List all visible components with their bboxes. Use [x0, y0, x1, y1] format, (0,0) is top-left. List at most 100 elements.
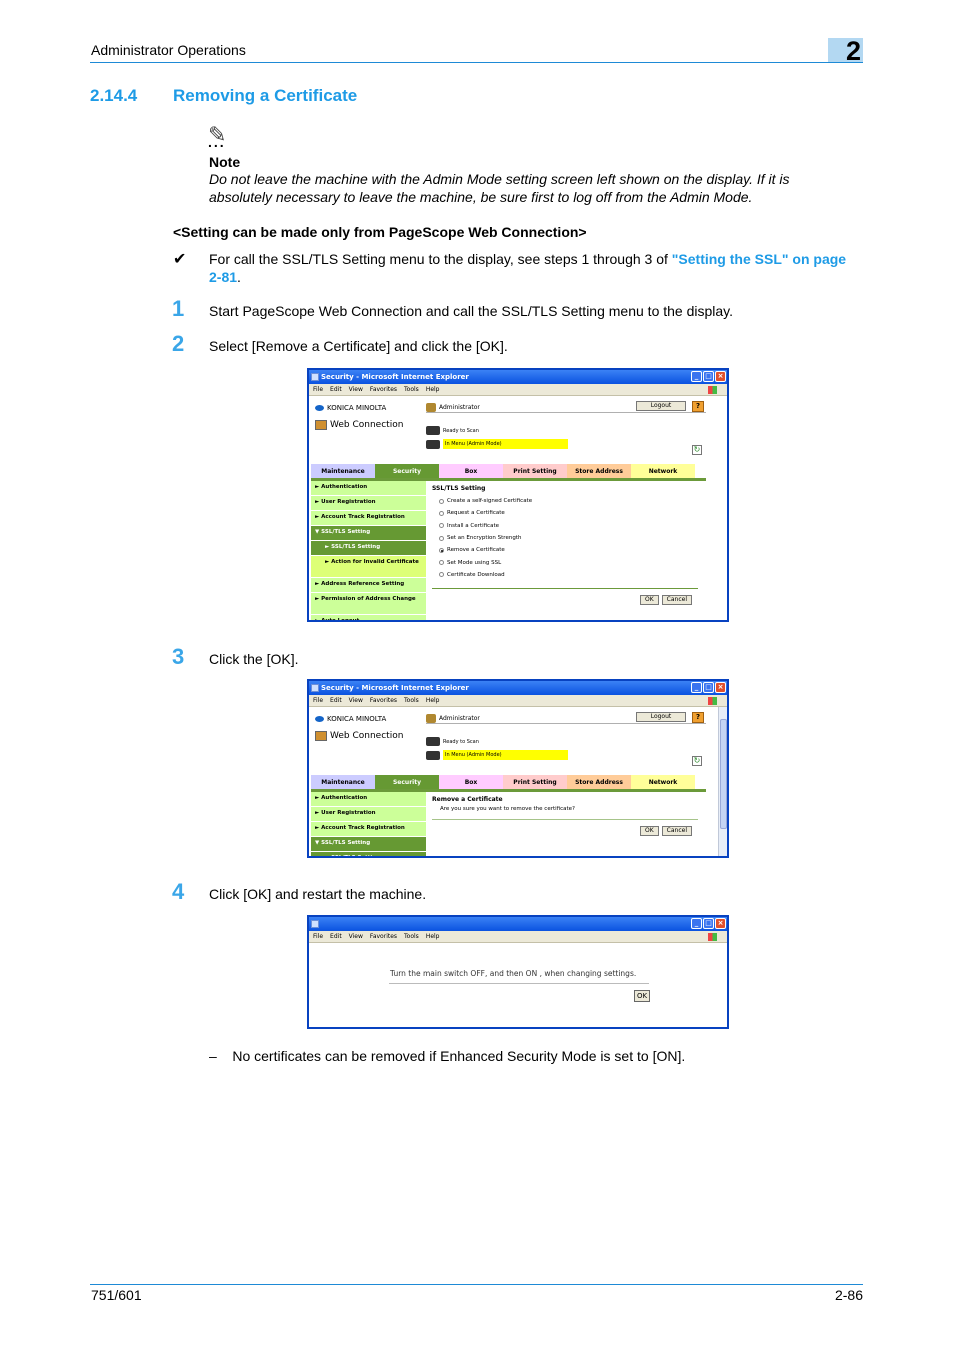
logout-button[interactable]: Logout [636, 712, 686, 722]
sidebar-item-permission-address[interactable]: ► Permission of Address Change [311, 593, 426, 615]
option-encryption-strength[interactable]: Set an Encryption Strength [432, 532, 727, 544]
pagescope-icon [315, 420, 327, 430]
menu-file[interactable]: File [313, 933, 323, 940]
sidebar-subitem-ssl-tls[interactable]: ► SSL/TLS Setting [311, 852, 426, 856]
footer-model: 751/601 [91, 1287, 142, 1303]
logout-button[interactable]: Logout [636, 401, 686, 411]
help-icon[interactable]: ? [692, 712, 704, 723]
menu-tools[interactable]: Tools [404, 697, 419, 704]
menu-favorites[interactable]: Favorites [370, 386, 397, 393]
option-mode-using-ssl[interactable]: Set Mode using SSL [432, 556, 727, 568]
sidebar-item-authentication[interactable]: ► Authentication [311, 792, 426, 807]
sidebar-item-ssl-tls[interactable]: ▼ SSL/TLS Setting [311, 526, 426, 541]
konica-minolta-logo: KONICA MINOLTA [315, 715, 386, 723]
tab-maintenance[interactable]: Maintenance [311, 775, 375, 789]
sidebar-item-auto-logout[interactable]: ► Auto Logout [311, 615, 426, 620]
ok-button[interactable]: OK [640, 826, 659, 836]
menu-view[interactable]: View [349, 933, 363, 940]
user-label: Administrator [439, 714, 480, 722]
sidebar-item-user-registration[interactable]: ► User Registration [311, 496, 426, 511]
sidebar-subitem-invalid-cert[interactable]: ► Action for Invalid Certificate [311, 556, 426, 578]
option-certificate-download[interactable]: Certificate Download [432, 569, 727, 581]
admin-user-icon [426, 402, 436, 412]
option-request-certificate[interactable]: Request a Certificate [432, 507, 727, 519]
tab-print-setting[interactable]: Print Setting [503, 775, 567, 789]
menu-file[interactable]: File [313, 386, 323, 393]
menu-bar: File Edit View Favorites Tools Help [309, 384, 727, 396]
sidebar-item-ssl-tls[interactable]: ▼ SSL/TLS Setting [311, 837, 426, 852]
admin-user-icon [426, 713, 436, 723]
tab-bar: Maintenance Security Box Print Setting S… [311, 464, 706, 481]
help-icon[interactable]: ? [692, 401, 704, 412]
step-text: Start PageScope Web Connection and call … [209, 303, 734, 319]
close-button[interactable]: × [715, 371, 726, 382]
tab-box[interactable]: Box [439, 775, 503, 789]
sidebar-item-address-reference[interactable]: ► Address Reference Setting [311, 578, 426, 593]
pagescope-logo: Web Connection [315, 420, 403, 430]
option-remove-certificate[interactable]: Remove a Certificate [432, 544, 727, 556]
menu-file[interactable]: File [313, 697, 323, 704]
tab-maintenance[interactable]: Maintenance [311, 464, 375, 478]
setting-heading: <Setting can be made only from PageScope… [173, 224, 587, 240]
ie-icon [311, 684, 319, 692]
divider [432, 588, 698, 590]
panel-title: Remove a Certificate [432, 796, 503, 803]
title-bar: Security - Microsoft Internet Explorer _… [309, 681, 727, 695]
menu-view[interactable]: View [349, 697, 363, 704]
prerequisite-text: For call the SSL/TLS Setting menu to the… [209, 250, 849, 286]
tab-store-address[interactable]: Store Address [567, 464, 631, 478]
menu-help[interactable]: Help [426, 933, 440, 940]
printer-icon [426, 737, 440, 746]
close-button[interactable]: × [715, 682, 726, 693]
device-status: Ready to Scan [443, 427, 479, 434]
restriction-note: – No certificates can be removed if Enha… [209, 1048, 686, 1064]
tab-print-setting[interactable]: Print Setting [503, 464, 567, 478]
tab-store-address[interactable]: Store Address [567, 775, 631, 789]
tab-bar: Maintenance Security Box Print Setting S… [311, 775, 706, 792]
tab-network[interactable]: Network [631, 464, 695, 478]
maximize-button[interactable]: □ [703, 918, 714, 929]
window-title: Security - Microsoft Internet Explorer [321, 684, 469, 692]
pagescope-logo: Web Connection [315, 731, 403, 741]
footer-page-number: 2-86 [834, 1287, 863, 1303]
ok-button[interactable]: OK [640, 595, 659, 606]
ok-button[interactable]: OK [634, 990, 651, 1002]
option-install-certificate[interactable]: Install a Certificate [432, 520, 727, 532]
option-create-self-signed[interactable]: Create a self-signed Certificate [432, 495, 727, 507]
sidebar-item-authentication[interactable]: ► Authentication [311, 481, 426, 496]
menu-view[interactable]: View [349, 386, 363, 393]
menu-favorites[interactable]: Favorites [370, 933, 397, 940]
menu-edit[interactable]: Edit [330, 697, 342, 704]
minimize-button[interactable]: _ [691, 371, 702, 382]
printer-icon [426, 750, 440, 760]
sidebar-item-user-registration[interactable]: ► User Registration [311, 807, 426, 822]
minimize-button[interactable]: _ [691, 918, 702, 929]
refresh-icon[interactable]: ↻ [692, 756, 702, 766]
menu-edit[interactable]: Edit [330, 933, 342, 940]
sidebar-subitem-ssl-tls[interactable]: ► SSL/TLS Setting [311, 541, 426, 556]
close-button[interactable]: × [715, 918, 726, 929]
sidebar-item-account-track[interactable]: ► Account Track Registration [311, 822, 426, 837]
maximize-button[interactable]: □ [703, 371, 714, 382]
sidebar-item-account-track[interactable]: ► Account Track Registration [311, 511, 426, 526]
menu-edit[interactable]: Edit [330, 386, 342, 393]
menu-favorites[interactable]: Favorites [370, 697, 397, 704]
tab-security[interactable]: Security [375, 775, 439, 789]
windows-logo-icon [708, 697, 717, 705]
refresh-icon[interactable]: ↻ [692, 445, 702, 455]
tab-security[interactable]: Security [375, 464, 439, 478]
tab-box[interactable]: Box [439, 464, 503, 478]
menu-help[interactable]: Help [426, 697, 440, 704]
header-rule [90, 62, 863, 63]
menu-tools[interactable]: Tools [404, 933, 419, 940]
maximize-button[interactable]: □ [703, 682, 714, 693]
minimize-button[interactable]: _ [691, 682, 702, 693]
title-bar: Security - Microsoft Internet Explorer _… [309, 370, 727, 384]
cancel-button[interactable]: Cancel [661, 826, 692, 836]
menu-help[interactable]: Help [426, 386, 440, 393]
user-label: Administrator [439, 403, 480, 411]
menu-tools[interactable]: Tools [404, 386, 419, 393]
tab-network[interactable]: Network [631, 775, 695, 789]
cancel-button[interactable]: Cancel [661, 595, 692, 606]
pagescope-icon [315, 731, 327, 741]
